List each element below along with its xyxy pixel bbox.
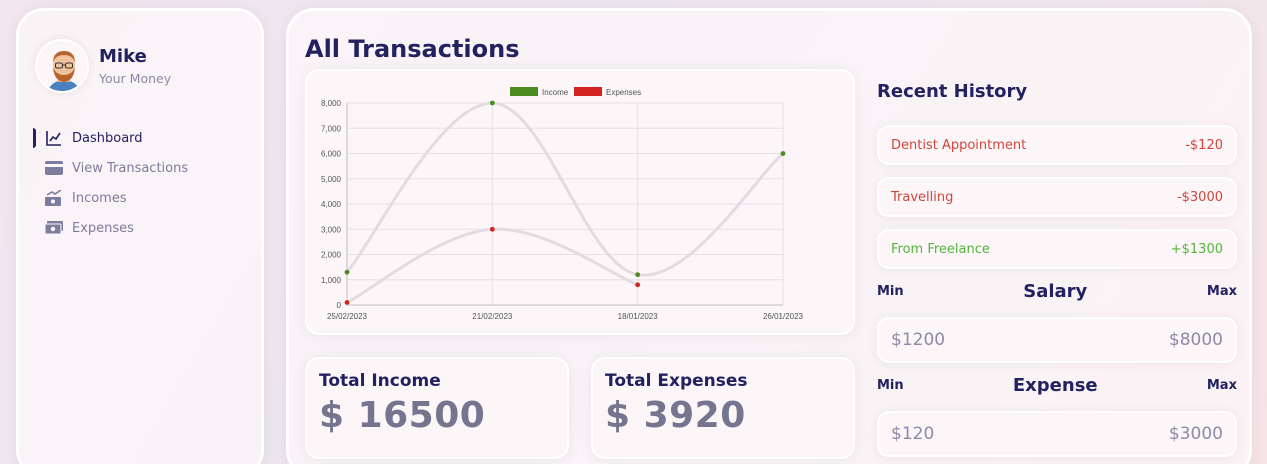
- expense-range: $120 $3000: [877, 411, 1237, 457]
- total-expenses-value: $ 3920: [605, 395, 746, 436]
- expenses-point: [635, 282, 641, 288]
- main-panel: All Transactions 0 1,000 2,000 3,000 4,000 5,…: [286, 8, 1252, 464]
- menu-item-view-transactions[interactable]: View Transactions: [19, 153, 261, 183]
- menu-item-dashboard[interactable]: Dashboard: [19, 123, 261, 153]
- history-item-label: Travelling: [891, 189, 954, 205]
- x-tick-label: 18/01/2023: [618, 312, 659, 321]
- history-item-label: Dentist Appointment: [891, 137, 1027, 153]
- credit-card-icon: [45, 159, 63, 177]
- expenses-legend-label: Expenses: [606, 88, 641, 97]
- expense-title: Expense: [1012, 375, 1098, 396]
- income-series-line: [345, 101, 784, 277]
- history-item-amount: -$120: [1185, 137, 1223, 153]
- x-tick-label: 21/02/2023: [472, 312, 513, 321]
- money-bill-icon: [45, 219, 63, 237]
- transactions-chart: 0 1,000 2,000 3,000 4,000 5,000 6,000 7,000 8,00…: [305, 69, 855, 335]
- y-tick-label: 8,000: [321, 99, 342, 108]
- y-tick-label: 4,000: [321, 200, 342, 209]
- salary-range: $1200 $8000: [877, 317, 1237, 363]
- total-income-card: Total Income $ 16500: [305, 357, 569, 459]
- line-chart-icon: [45, 129, 63, 147]
- history-item-amount: -$3000: [1176, 189, 1223, 205]
- sidebar: Mike Your Money Dashboard View Transacti…: [16, 8, 264, 464]
- income-point: [635, 272, 641, 278]
- menu-label: Dashboard: [72, 130, 143, 146]
- menu-label: Expenses: [72, 220, 134, 236]
- history-item[interactable]: Travelling -$3000: [877, 177, 1237, 217]
- expense-max-value: $3000: [1168, 424, 1223, 444]
- salary-min-label: Min: [877, 284, 904, 299]
- income-point: [344, 269, 350, 275]
- total-income-label: Total Income: [319, 371, 441, 391]
- avatar[interactable]: [35, 39, 89, 93]
- menu-item-expenses[interactable]: Expenses: [19, 213, 261, 243]
- y-tick-label: 2,000: [321, 251, 342, 260]
- x-tick-label: 26/01/2023: [763, 312, 804, 321]
- expense-min-value: $120: [891, 424, 935, 444]
- total-expenses-label: Total Expenses: [605, 371, 748, 391]
- user-name: Mike: [99, 46, 147, 67]
- sidebar-menu: Dashboard View Transactions Incomes Expe…: [19, 123, 261, 243]
- salary-min-value: $1200: [891, 330, 946, 350]
- history-item[interactable]: Dentist Appointment -$120: [877, 125, 1237, 165]
- line-chart: 0 1,000 2,000 3,000 4,000 5,000 6,000 7,000 8,00…: [321, 87, 804, 321]
- total-expenses-card: Total Expenses $ 3920: [591, 357, 855, 459]
- menu-item-incomes[interactable]: Incomes: [19, 183, 261, 213]
- income-legend-swatch: [510, 87, 538, 96]
- y-tick-label: 6,000: [321, 150, 342, 159]
- income-point: [489, 100, 495, 106]
- history-item-amount: +$1300: [1170, 241, 1223, 257]
- money-trend-icon: [45, 189, 63, 207]
- menu-label: View Transactions: [72, 160, 189, 176]
- history-item-label: From Freelance: [891, 241, 990, 257]
- x-tick-label: 25/02/2023: [327, 312, 368, 321]
- expense-max-label: Max: [1206, 378, 1237, 393]
- expenses-point: [489, 226, 495, 232]
- menu-label: Incomes: [72, 190, 127, 206]
- total-income-value: $ 16500: [319, 395, 486, 436]
- salary-range-header: Min Salary Max: [877, 281, 1237, 302]
- salary-max-value: $8000: [1168, 330, 1223, 350]
- income-legend-label: Income: [542, 88, 569, 97]
- expenses-legend-swatch: [574, 87, 602, 96]
- expenses-point: [344, 300, 350, 305]
- expense-range-header: Min Expense Max: [877, 375, 1237, 396]
- recent-history-title: Recent History: [877, 81, 1028, 102]
- y-tick-label: 0: [337, 301, 342, 310]
- history-item[interactable]: From Freelance +$1300: [877, 229, 1237, 269]
- y-tick-label: 5,000: [321, 175, 342, 184]
- salary-max-label: Max: [1206, 284, 1237, 299]
- salary-title: Salary: [1023, 281, 1088, 302]
- income-point: [780, 151, 786, 156]
- user-profile: Mike Your Money: [35, 39, 171, 93]
- y-tick-label: 1,000: [321, 276, 342, 285]
- user-subtitle: Your Money: [99, 71, 172, 86]
- expense-min-label: Min: [877, 378, 904, 393]
- y-tick-label: 7,000: [321, 124, 342, 133]
- page-title: All Transactions: [305, 35, 520, 63]
- y-tick-label: 3,000: [321, 225, 342, 234]
